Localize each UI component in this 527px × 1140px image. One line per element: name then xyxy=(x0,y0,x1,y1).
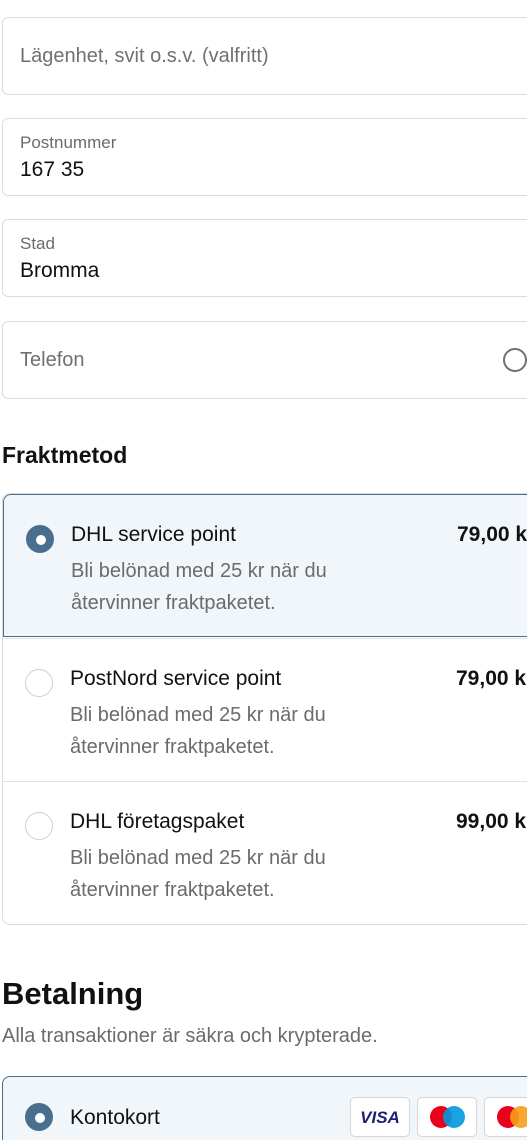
shipping-options: DHL service point Bli belönad med 25 kr … xyxy=(2,493,527,925)
payment-option-card[interactable]: Kontokort VISA xyxy=(2,1076,527,1140)
shipping-option-description: Bli belönad med 25 kr när du återvinner … xyxy=(71,560,327,614)
visa-logo-text: VISA xyxy=(360,1108,400,1127)
shipping-option-postnord-service-point[interactable]: PostNord service point Bli belönad med 2… xyxy=(3,638,527,781)
radio-selected-icon[interactable] xyxy=(26,525,54,553)
city-value: Bromma xyxy=(20,259,100,282)
phone-placeholder: Telefon xyxy=(20,349,85,371)
mastercard-logo xyxy=(484,1097,527,1137)
shipping-option-description: Bli belönad med 25 kr när du återvinner … xyxy=(70,704,326,758)
help-circle-icon[interactable] xyxy=(503,348,527,372)
postal-code-field[interactable]: Postnummer 167 35 xyxy=(2,118,527,196)
apartment-placeholder: Lägenhet, svit o.s.v. (valfritt) xyxy=(20,45,269,67)
mastercard-orange-circle xyxy=(510,1106,527,1128)
payment-method-name: Kontokort xyxy=(70,1106,160,1129)
shipping-option-dhl-service-point[interactable]: DHL service point Bli belönad med 25 kr … xyxy=(3,494,527,637)
city-field[interactable]: Stad Bromma xyxy=(2,219,527,297)
maestro-logo xyxy=(417,1097,477,1137)
shipping-option-name: PostNord service point xyxy=(70,667,282,690)
radio-unselected-icon[interactable] xyxy=(25,812,53,840)
shipping-option-price: 79,00 kr xyxy=(457,523,527,546)
payment-subtitle: Alla transaktioner är säkra och kryptera… xyxy=(2,1025,378,1047)
shipping-option-description: Bli belönad med 25 kr när du återvinner … xyxy=(70,847,326,901)
apartment-field[interactable]: Lägenhet, svit o.s.v. (valfritt) xyxy=(2,17,527,95)
maestro-blue-circle xyxy=(443,1106,465,1128)
payment-title: Betalning xyxy=(2,976,144,1011)
radio-selected-icon[interactable] xyxy=(25,1103,53,1131)
visa-logo: VISA xyxy=(350,1097,410,1137)
shipping-method-title: Fraktmetod xyxy=(2,442,128,468)
radio-unselected-icon[interactable] xyxy=(25,669,53,697)
shipping-option-name: DHL företagspaket xyxy=(70,810,245,833)
shipping-option-dhl-foretagspaket[interactable]: DHL företagspaket Bli belönad med 25 kr … xyxy=(3,781,527,924)
postal-code-value: 167 35 xyxy=(20,158,85,181)
city-label: Stad xyxy=(20,234,55,253)
shipping-option-price: 99,00 kr xyxy=(456,810,527,833)
phone-field[interactable]: Telefon xyxy=(2,321,527,399)
postal-code-label: Postnummer xyxy=(20,133,117,152)
shipping-option-price: 79,00 kr xyxy=(456,667,527,690)
shipping-option-name: DHL service point xyxy=(71,523,236,546)
